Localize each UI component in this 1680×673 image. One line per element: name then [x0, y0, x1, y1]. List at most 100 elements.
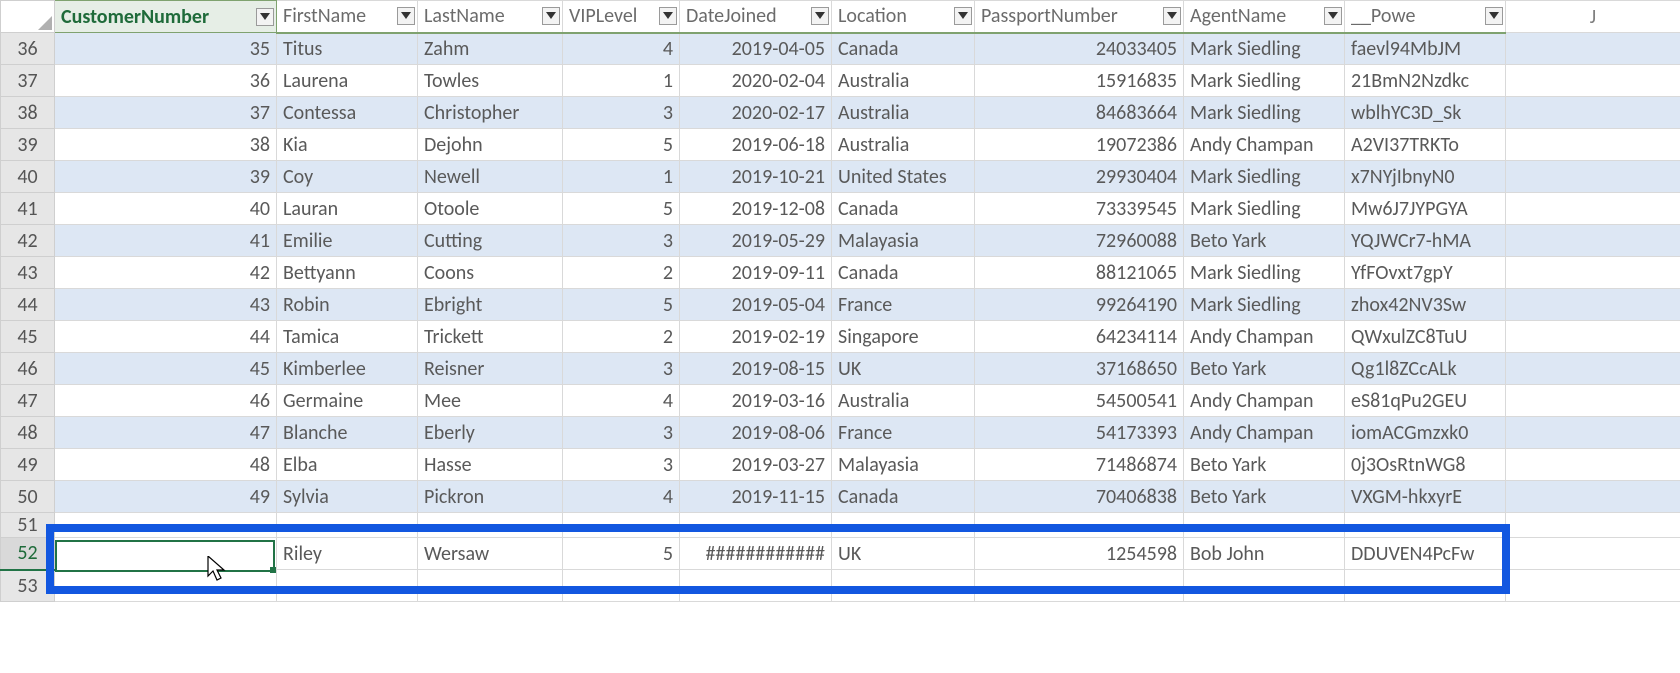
row-header[interactable]: 44 — [1, 289, 55, 321]
cell-viplevel[interactable]: 3 — [563, 353, 680, 385]
filter-dropdown-icon[interactable] — [811, 7, 829, 25]
row-header[interactable]: 52 — [1, 538, 55, 570]
cell-lastname[interactable]: Cutting — [418, 225, 563, 257]
col-header-customernumber[interactable]: CustomerNumber — [55, 1, 277, 33]
cell-passportnumber[interactable]: 24033405 — [975, 33, 1184, 65]
cell-agentname[interactable]: Mark Siedling — [1184, 33, 1345, 65]
cell-empty[interactable] — [1506, 65, 1680, 97]
cell-empty[interactable] — [1184, 570, 1345, 602]
cell-power[interactable]: Mw6J7JYPGYA — [1345, 193, 1506, 225]
cell-datejoined[interactable]: 2019-05-04 — [680, 289, 832, 321]
cell-location[interactable]: Australia — [832, 97, 975, 129]
col-header-lastname[interactable]: LastName — [418, 1, 563, 33]
cell-empty[interactable] — [680, 513, 832, 538]
row-header[interactable]: 46 — [1, 353, 55, 385]
cell-lastname[interactable]: Christopher — [418, 97, 563, 129]
cell-firstname[interactable]: Riley — [277, 538, 418, 570]
cell-firstname[interactable]: Coy — [277, 161, 418, 193]
cell-customernumber[interactable]: 36 — [55, 65, 277, 97]
table-row[interactable]: 50 49 Sylvia Pickron 4 2019-11-15 Canada… — [1, 481, 1680, 513]
cell-agentname[interactable]: Beto Yark — [1184, 449, 1345, 481]
cell-customernumber[interactable]: 47 — [55, 417, 277, 449]
cell-viplevel[interactable]: 2 — [563, 257, 680, 289]
filter-dropdown-icon[interactable] — [954, 7, 972, 25]
cell-lastname[interactable]: Ebright — [418, 289, 563, 321]
cell-customernumber[interactable]: 41 — [55, 225, 277, 257]
cell-customernumber[interactable]: 43 — [55, 289, 277, 321]
cell-empty[interactable] — [1506, 257, 1680, 289]
cell-power[interactable]: faevl94MbJM — [1345, 33, 1506, 65]
cell-passportnumber[interactable]: 70406838 — [975, 481, 1184, 513]
cell-empty[interactable] — [1506, 449, 1680, 481]
cell-empty[interactable] — [1506, 33, 1680, 65]
cell-power[interactable]: DDUVEN4PcFw — [1345, 538, 1506, 570]
table-row[interactable]: 37 36 Laurena Towles 1 2020-02-04 Austra… — [1, 65, 1680, 97]
cell-empty[interactable] — [1506, 161, 1680, 193]
cell-lastname[interactable]: Otoole — [418, 193, 563, 225]
cell-power[interactable]: VXGM-hkxyrE — [1345, 481, 1506, 513]
cell-lastname[interactable]: Mee — [418, 385, 563, 417]
cell-empty[interactable] — [563, 513, 680, 538]
cell-passportnumber[interactable]: 88121065 — [975, 257, 1184, 289]
cell-customernumber[interactable]: 45 — [55, 353, 277, 385]
table-row-obscured[interactable]: 51 — [1, 513, 1680, 538]
cell-viplevel[interactable]: 5 — [563, 289, 680, 321]
cell-datejoined[interactable]: 2019-08-06 — [680, 417, 832, 449]
cell-location[interactable]: Australia — [832, 385, 975, 417]
cell-passportnumber[interactable]: 73339545 — [975, 193, 1184, 225]
cell-empty[interactable] — [1506, 538, 1680, 570]
cell-firstname[interactable]: Robin — [277, 289, 418, 321]
row-header[interactable]: 41 — [1, 193, 55, 225]
row-header[interactable]: 50 — [1, 481, 55, 513]
cell-agentname[interactable]: Mark Siedling — [1184, 65, 1345, 97]
cell-agentname[interactable]: Beto Yark — [1184, 353, 1345, 385]
cell-location[interactable]: UK — [832, 538, 975, 570]
cell-firstname[interactable]: Tamica — [277, 321, 418, 353]
cell-viplevel[interactable]: 4 — [563, 385, 680, 417]
cell-empty[interactable] — [277, 570, 418, 602]
row-header[interactable]: 37 — [1, 65, 55, 97]
cell-location[interactable]: Canada — [832, 33, 975, 65]
cell-empty[interactable] — [1506, 193, 1680, 225]
cell-firstname[interactable]: Blanche — [277, 417, 418, 449]
cell-location[interactable]: Australia — [832, 129, 975, 161]
cell-passportnumber[interactable]: 84683664 — [975, 97, 1184, 129]
cell-datejoined[interactable]: 2019-03-27 — [680, 449, 832, 481]
cell-viplevel[interactable]: 3 — [563, 97, 680, 129]
cell-viplevel[interactable]: 3 — [563, 449, 680, 481]
cell-lastname[interactable]: Towles — [418, 65, 563, 97]
cell-lastname[interactable]: Newell — [418, 161, 563, 193]
cell-lastname[interactable]: Trickett — [418, 321, 563, 353]
col-header-agentname[interactable]: AgentName — [1184, 1, 1345, 33]
row-header[interactable]: 53 — [1, 570, 55, 602]
cell-power[interactable]: 21BmN2Nzdkc — [1345, 65, 1506, 97]
cell-empty[interactable] — [563, 570, 680, 602]
cell-empty[interactable] — [1506, 570, 1680, 602]
cell-passportnumber[interactable]: 15916835 — [975, 65, 1184, 97]
cell-firstname[interactable]: Contessa — [277, 97, 418, 129]
table-row[interactable]: 38 37 Contessa Christopher 3 2020-02-17 … — [1, 97, 1680, 129]
select-all-corner[interactable] — [1, 1, 55, 33]
cell-firstname[interactable]: Sylvia — [277, 481, 418, 513]
cell-customernumber[interactable]: 51 — [55, 538, 277, 570]
cell-datejoined[interactable]: 2020-02-17 — [680, 97, 832, 129]
cell-lastname[interactable]: Hasse — [418, 449, 563, 481]
cell-location[interactable]: Canada — [832, 193, 975, 225]
cell-empty[interactable] — [418, 513, 563, 538]
cell-passportnumber[interactable]: 99264190 — [975, 289, 1184, 321]
cell-lastname[interactable]: Coons — [418, 257, 563, 289]
cell-datejoined[interactable]: 2019-02-19 — [680, 321, 832, 353]
cell-firstname[interactable]: Elba — [277, 449, 418, 481]
row-header[interactable]: 45 — [1, 321, 55, 353]
table-row[interactable]: 44 43 Robin Ebright 5 2019-05-04 France … — [1, 289, 1680, 321]
cell-power[interactable]: A2VI37TRKTo — [1345, 129, 1506, 161]
cell-power[interactable]: x7NYjIbnyN0 — [1345, 161, 1506, 193]
row-header[interactable]: 49 — [1, 449, 55, 481]
table-row[interactable]: 40 39 Coy Newell 1 2019-10-21 United Sta… — [1, 161, 1680, 193]
row-header[interactable]: 39 — [1, 129, 55, 161]
cell-customernumber[interactable]: 48 — [55, 449, 277, 481]
cell-datejoined[interactable]: 2019-12-08 — [680, 193, 832, 225]
cell-firstname[interactable]: Emilie — [277, 225, 418, 257]
cell-location[interactable]: France — [832, 417, 975, 449]
cell-empty[interactable] — [1506, 129, 1680, 161]
